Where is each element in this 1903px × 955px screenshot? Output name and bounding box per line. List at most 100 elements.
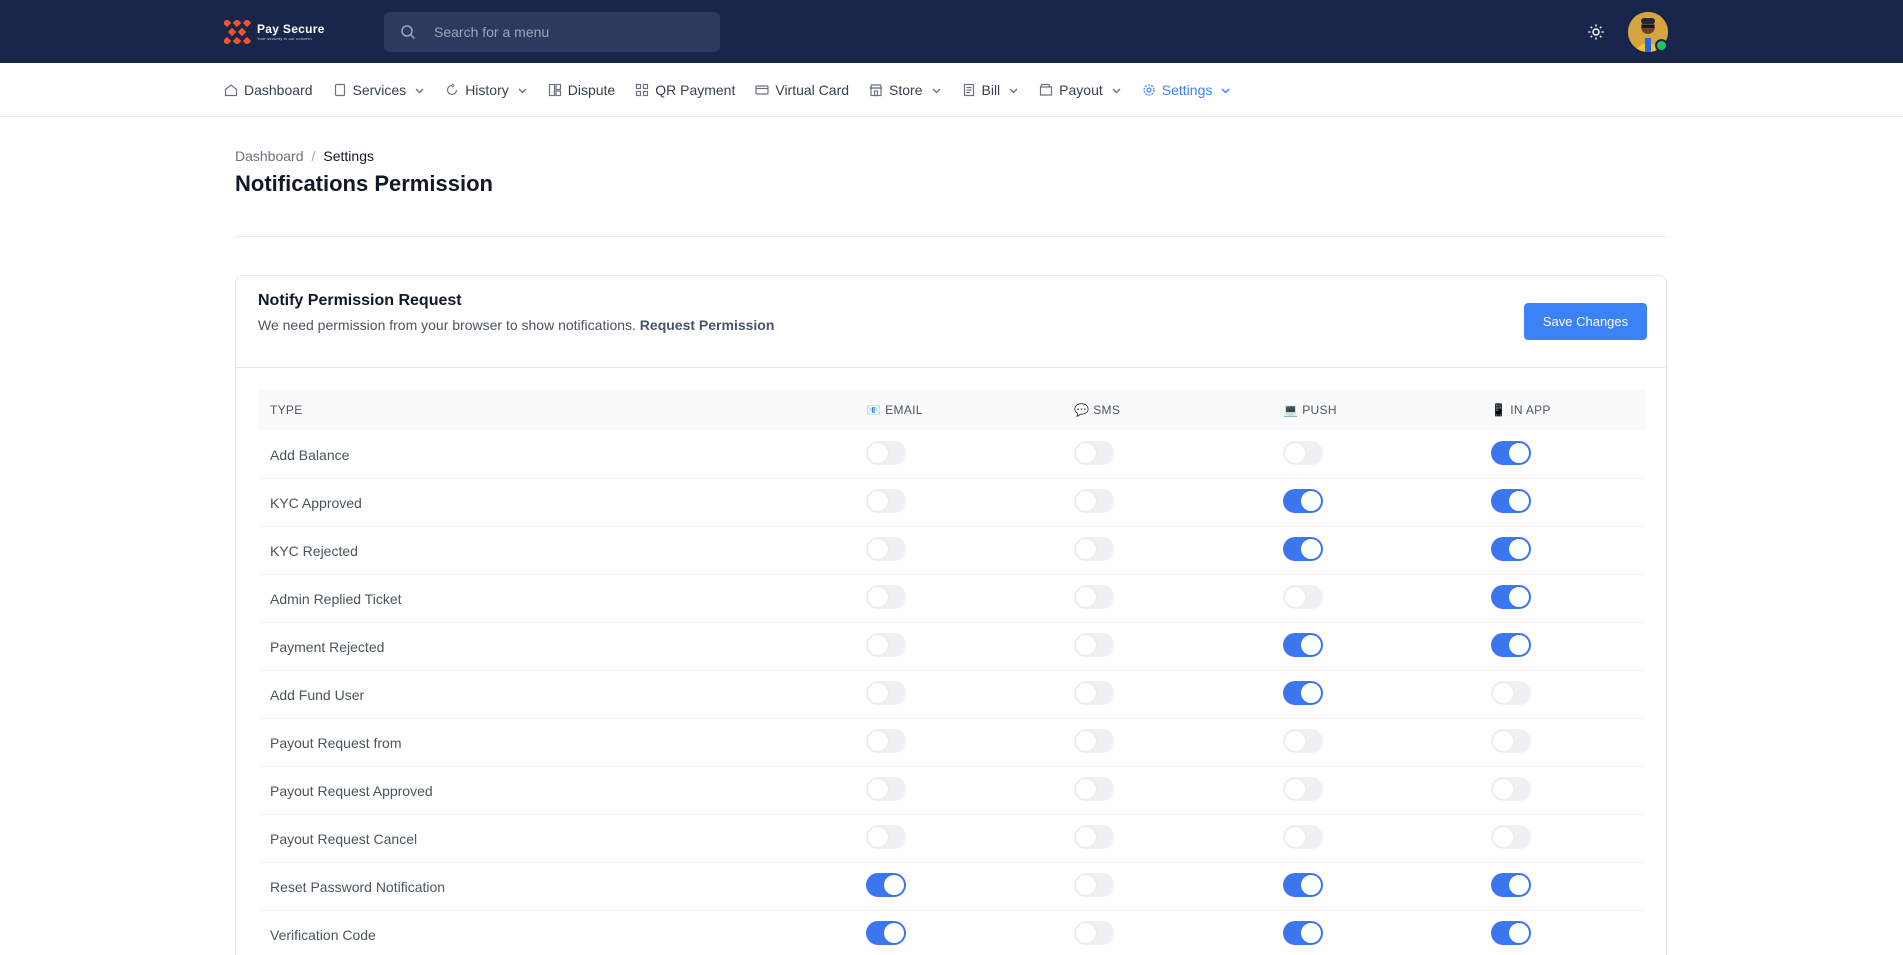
toggle-cell-push (1283, 681, 1491, 708)
push-toggle[interactable] (1283, 441, 1323, 465)
notification-type-label: Add Fund User (270, 686, 365, 703)
search-input[interactable] (434, 24, 694, 40)
email-toggle[interactable] (866, 729, 906, 753)
sms-toggle[interactable] (1074, 921, 1114, 945)
toggle-cell-email (866, 777, 1074, 804)
mobile-icon: 📱 (1491, 403, 1507, 417)
toggle-cell-sms (1074, 825, 1283, 852)
nav-item-store[interactable]: Store (869, 82, 941, 98)
sms-toggle[interactable] (1074, 729, 1114, 753)
toggle-cell-push (1283, 441, 1491, 468)
nav-item-virtual-card[interactable]: Virtual Card (755, 82, 849, 98)
notification-type-label: Payout Request from (270, 734, 402, 751)
email-toggle[interactable] (866, 873, 906, 897)
nav-item-bill[interactable]: Bill (962, 82, 1020, 98)
email-toggle[interactable] (866, 777, 906, 801)
in-app-toggle[interactable] (1491, 489, 1531, 513)
sms-icon: 💬 (1074, 403, 1090, 417)
sms-toggle[interactable] (1074, 441, 1114, 465)
toggle-cell-email (866, 681, 1074, 708)
email-toggle[interactable] (866, 921, 906, 945)
toggle-cell-push (1283, 489, 1491, 516)
toggle-cell-sms (1074, 489, 1283, 516)
nav-item-dashboard[interactable]: Dashboard (224, 82, 313, 98)
toggle-cell-email (866, 489, 1074, 516)
chevron-down-icon (518, 88, 527, 93)
chevron-down-icon (1009, 88, 1018, 93)
notification-type-label: Payout Request Approved (270, 782, 433, 799)
request-permission-link[interactable]: Request Permission (640, 317, 775, 333)
table-row: Admin Replied Ticket (258, 575, 1646, 623)
online-status-indicator (1655, 39, 1668, 52)
theme-toggle-button[interactable] (1585, 21, 1607, 43)
wallet-icon (1040, 83, 1053, 96)
in-app-toggle[interactable] (1491, 825, 1531, 849)
email-toggle[interactable] (866, 633, 906, 657)
save-changes-button[interactable]: Save Changes (1524, 303, 1647, 340)
table-row: Add Fund User (258, 671, 1646, 719)
in-app-toggle[interactable] (1491, 585, 1531, 609)
top-bar: Pay Secure Your security is our concern (0, 0, 1903, 63)
store-icon (869, 84, 883, 97)
breadcrumb-current: Settings (323, 148, 374, 164)
push-toggle[interactable] (1283, 777, 1323, 801)
sms-toggle[interactable] (1074, 537, 1114, 561)
push-toggle[interactable] (1283, 825, 1323, 849)
nav-item-settings[interactable]: Settings (1142, 82, 1232, 98)
table-header: TYPE 📧 EMAIL 💬 SMS 💻 PUSH 📱 IN APP (258, 389, 1646, 431)
toggle-cell-in-app (1491, 585, 1646, 612)
in-app-toggle[interactable] (1491, 537, 1531, 561)
sms-toggle[interactable] (1074, 777, 1114, 801)
nav-item-label: Services (352, 82, 407, 98)
divider (235, 236, 1667, 237)
push-toggle[interactable] (1283, 585, 1323, 609)
email-toggle[interactable] (866, 681, 906, 705)
in-app-toggle[interactable] (1491, 777, 1531, 801)
toggle-cell-push (1283, 777, 1491, 804)
page-title: Notifications Permission (235, 171, 493, 196)
in-app-toggle[interactable] (1491, 681, 1531, 705)
push-toggle[interactable] (1283, 489, 1323, 513)
breadcrumb-home-link[interactable]: Dashboard (235, 148, 304, 164)
toggle-cell-in-app (1491, 921, 1646, 948)
table-row: KYC Rejected (258, 527, 1646, 575)
email-toggle[interactable] (866, 825, 906, 849)
email-toggle[interactable] (866, 441, 906, 465)
toggle-cell-sms (1074, 873, 1283, 900)
table-body: Add Balance KYC Approved KYC Rejected Admin… (258, 431, 1646, 955)
in-app-toggle[interactable] (1491, 729, 1531, 753)
in-app-toggle[interactable] (1491, 441, 1531, 465)
email-toggle[interactable] (866, 585, 906, 609)
notification-type-label: KYC Approved (270, 494, 362, 511)
main-nav: Dashboard Services History Dispute QR Pa… (0, 63, 1903, 117)
sms-toggle[interactable] (1074, 489, 1114, 513)
push-toggle[interactable] (1283, 729, 1323, 753)
sms-toggle[interactable] (1074, 681, 1114, 705)
nav-item-dispute[interactable]: Dispute (548, 82, 615, 98)
header-sms-label: SMS (1093, 403, 1121, 417)
nav-item-history[interactable]: History (445, 82, 528, 98)
sms-toggle[interactable] (1074, 633, 1114, 657)
nav-item-services[interactable]: Services (333, 82, 426, 98)
nav-item-payout[interactable]: Payout (1039, 82, 1122, 98)
toggle-cell-in-app (1491, 441, 1646, 468)
app-logo[interactable]: Pay Secure Your security is our concern (224, 20, 325, 44)
chevron-down-icon (932, 88, 940, 93)
push-toggle[interactable] (1283, 537, 1323, 561)
nav-item-label: Dispute (567, 82, 616, 98)
sms-toggle[interactable] (1074, 825, 1114, 849)
sms-toggle[interactable] (1074, 873, 1114, 897)
sms-toggle[interactable] (1074, 585, 1114, 609)
push-toggle[interactable] (1283, 873, 1323, 897)
in-app-toggle[interactable] (1491, 873, 1531, 897)
email-toggle[interactable] (866, 489, 906, 513)
email-toggle[interactable] (866, 537, 906, 561)
in-app-toggle[interactable] (1491, 633, 1531, 657)
push-toggle[interactable] (1283, 921, 1323, 945)
push-toggle[interactable] (1283, 681, 1323, 705)
in-app-toggle[interactable] (1491, 921, 1531, 945)
table-row: Verification Code (258, 911, 1646, 955)
push-toggle[interactable] (1283, 633, 1323, 657)
nav-item-qr-payment[interactable]: QR Payment (635, 82, 735, 98)
toggle-cell-in-app (1491, 873, 1646, 900)
